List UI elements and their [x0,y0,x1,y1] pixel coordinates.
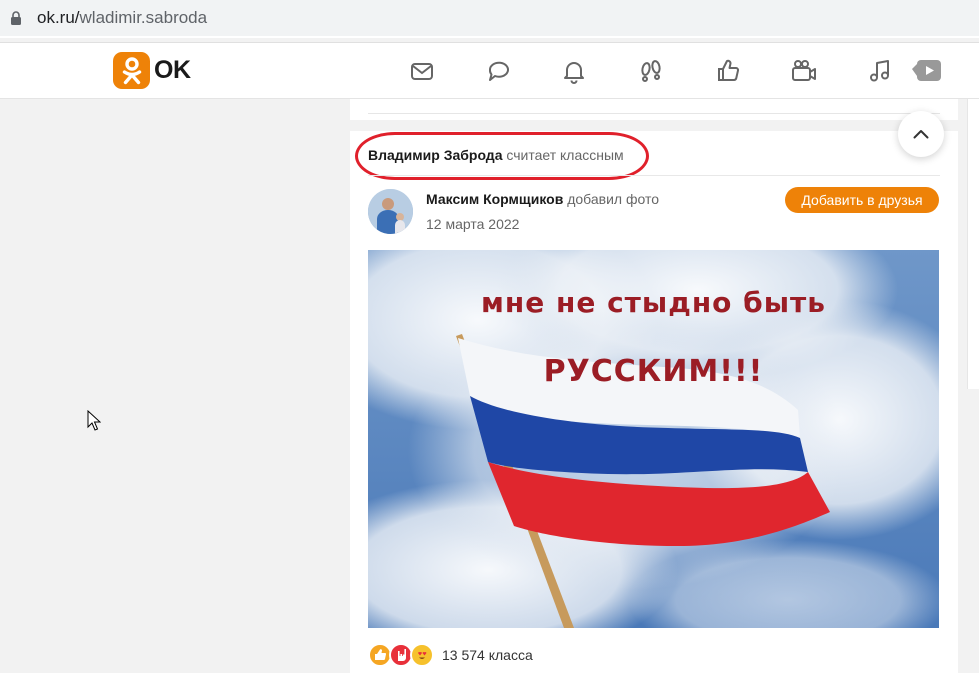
post-date[interactable]: 12 марта 2022 [426,216,519,232]
mouse-cursor-icon [87,410,101,431]
url-text[interactable]: ok.ru/wladimir.sabroda [37,8,207,28]
avatar[interactable] [368,189,413,234]
site-header: OK [0,42,979,99]
previous-feed-card [350,99,958,120]
red-highlight-oval [355,132,649,180]
url-host: ok.ru/ [37,8,80,27]
music-icon[interactable] [866,57,894,85]
video-icon[interactable] [790,57,818,85]
divider [368,175,940,176]
post-author-line: Максим Кормщиков добавил фото [426,191,659,207]
chevron-up-icon [913,130,929,139]
events-like-icon[interactable] [714,57,742,85]
video-play-icon[interactable] [910,57,942,85]
notifications-icon[interactable] [560,57,588,85]
heart-eyes-icon [410,643,434,667]
divider [368,113,940,114]
scroll-to-top-button[interactable] [898,111,944,157]
ok-logo-icon [113,52,150,89]
guests-icon[interactable] [637,57,665,85]
left-pane [0,100,350,673]
post-author-link[interactable]: Максим Кормщиков [426,191,563,207]
lock-icon[interactable] [10,11,22,25]
add-friend-button[interactable]: Добавить в друзья [785,187,939,213]
logo-text: OK [154,56,191,84]
messages-icon[interactable] [408,57,436,85]
reactions-count[interactable]: 13 574 класса [442,647,533,663]
ok-logo[interactable]: OK [113,52,191,89]
browser-address-bar: ok.ru/wladimir.sabroda [0,0,979,38]
url-path: wladimir.sabroda [79,8,208,27]
feed-card: Владимир Заброда считает классным Максим… [350,131,958,673]
discussions-icon[interactable] [485,57,513,85]
reactions-bar[interactable]: 13 574 класса [368,643,533,667]
post-photo[interactable]: мне не стыдно быть РУССКИМ!!! [368,250,939,628]
image-caption-line1: мне не стыдно быть [481,286,826,319]
post-action: добавил фото [567,191,659,207]
right-scroll-area [958,99,979,673]
image-caption-line2: РУССКИМ!!! [543,354,764,389]
right-panel-edge [967,99,979,389]
